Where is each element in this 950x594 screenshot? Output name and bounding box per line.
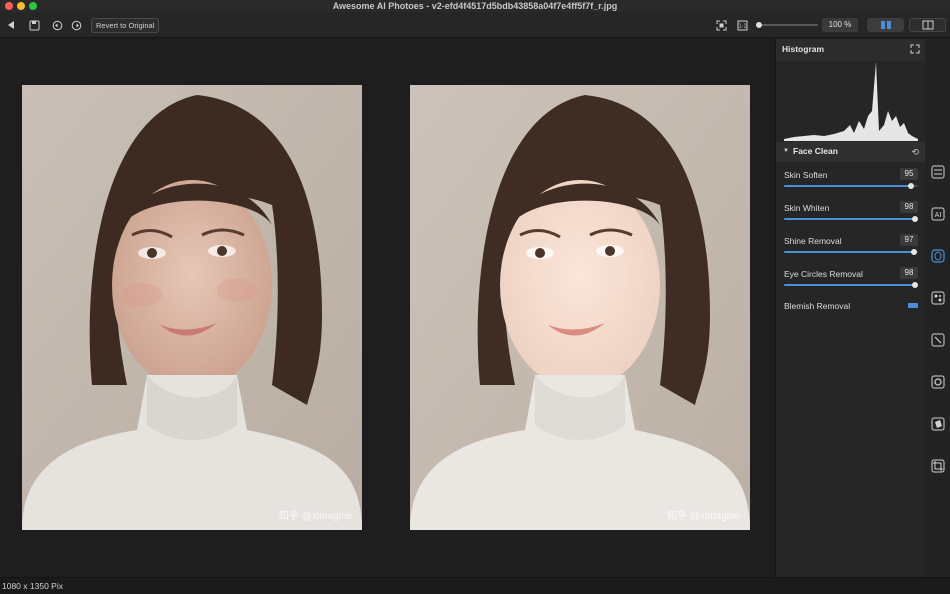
original-photo: 知乎 @ximagine (22, 85, 362, 530)
slider-track[interactable] (784, 282, 919, 288)
slider-knob[interactable] (908, 183, 915, 189)
slider-row[interactable]: Skin Whiten 98 (784, 201, 919, 231)
watermark-original: 知乎 @ximagine (279, 511, 352, 522)
toolbar: Revert to Original 1:1 100 % (0, 12, 950, 38)
blemish-removal-label: Blemish Removal (784, 301, 851, 311)
slider-knob[interactable] (910, 249, 917, 255)
slider-track[interactable] (784, 249, 918, 255)
reset-icon[interactable]: ⟲ (911, 147, 919, 158)
side-by-side-view-button[interactable] (867, 18, 904, 32)
face-clean-icon[interactable] (930, 248, 946, 264)
ai-icon[interactable]: AI (930, 206, 946, 222)
undo-icon[interactable] (50, 18, 64, 32)
original-portrait-image (22, 85, 362, 530)
status-bar: 1080 x 1350 Pix (0, 577, 950, 594)
redo-icon[interactable] (69, 18, 83, 32)
save-icon[interactable] (27, 18, 41, 32)
layers-icon[interactable] (930, 416, 946, 432)
slider-row[interactable]: Skin Soften 95 (784, 168, 918, 198)
revert-to-original-button[interactable]: Revert to Original (91, 18, 160, 33)
slider-fill (784, 284, 916, 286)
split-compare-view-button[interactable] (909, 18, 946, 32)
watermark-edited: 知乎 @ximagine (667, 511, 740, 522)
slider-row[interactable]: Shine Removal 97 (784, 234, 918, 264)
slider-fill (784, 185, 912, 187)
slider-label: Skin Whiten (784, 203, 830, 213)
histogram-graph (784, 62, 918, 141)
slider-label: Shine Removal (784, 236, 842, 246)
slider-row[interactable]: Eye Circles Removal 98 (784, 267, 919, 297)
settings-icon[interactable] (930, 374, 946, 390)
slider-track[interactable] (784, 183, 918, 189)
section-title: Face Clean (793, 146, 838, 156)
svg-text:1:1: 1:1 (738, 23, 746, 29)
slider-fill (784, 251, 914, 253)
slider-knob[interactable] (912, 216, 919, 222)
split-compare-icon (922, 20, 933, 30)
window-title: Awesome AI Photoes - v2-efd4f4517d5bdb43… (332, 1, 618, 11)
crop-icon[interactable] (930, 458, 946, 474)
slider-value-field[interactable]: 97 (900, 234, 918, 246)
image-dimensions: 1080 x 1350 Pix (2, 581, 63, 591)
slider-value-field[interactable]: 98 (900, 201, 918, 213)
slider-value-field[interactable]: 95 (900, 168, 918, 180)
svg-text:AI: AI (935, 211, 942, 219)
adjustments-icon[interactable] (930, 164, 946, 180)
actual-size-icon[interactable]: 1:1 (735, 18, 749, 32)
tool-rail: AI (925, 39, 950, 577)
slider-label: Eye Circles Removal (784, 269, 863, 279)
zoom-slider-knob[interactable] (756, 22, 762, 28)
face-clean-section-header[interactable]: ▼ Face Clean ⟲ (776, 142, 926, 162)
retouch-icon[interactable] (930, 332, 946, 348)
expand-icon[interactable] (910, 44, 920, 54)
title-bar: Awesome AI Photoes - v2-efd4f4517d5bdb43… (0, 0, 950, 12)
back-icon[interactable] (4, 18, 18, 32)
collapse-caret-icon[interactable]: ▼ (783, 148, 789, 154)
fit-screen-icon[interactable] (714, 18, 728, 32)
histogram-header: Histogram (776, 39, 926, 61)
slider-value-field[interactable]: 98 (900, 267, 918, 279)
edited-photo: 知乎 @ximagine (410, 85, 750, 530)
slider-knob[interactable] (912, 282, 919, 288)
edited-portrait-image (410, 85, 750, 530)
blemish-removal-row[interactable]: Blemish Removal (784, 301, 918, 315)
slider-fill (784, 218, 916, 220)
adjustments-panel: Histogram ▼ Face Clean ⟲ Blemish Removal… (775, 39, 926, 577)
image-canvas[interactable]: 知乎 @ximagine 知乎 @ximagine (0, 39, 773, 577)
zoom-value[interactable]: 100 % (822, 18, 858, 32)
zoom-slider[interactable] (756, 22, 818, 28)
histogram-title: Histogram (782, 44, 825, 54)
side-by-side-icon (880, 21, 891, 29)
slider-label: Skin Soften (784, 170, 828, 180)
blemish-removal-toggle[interactable] (908, 303, 918, 308)
effects-icon[interactable] (930, 290, 946, 306)
slider-track[interactable] (784, 216, 919, 222)
